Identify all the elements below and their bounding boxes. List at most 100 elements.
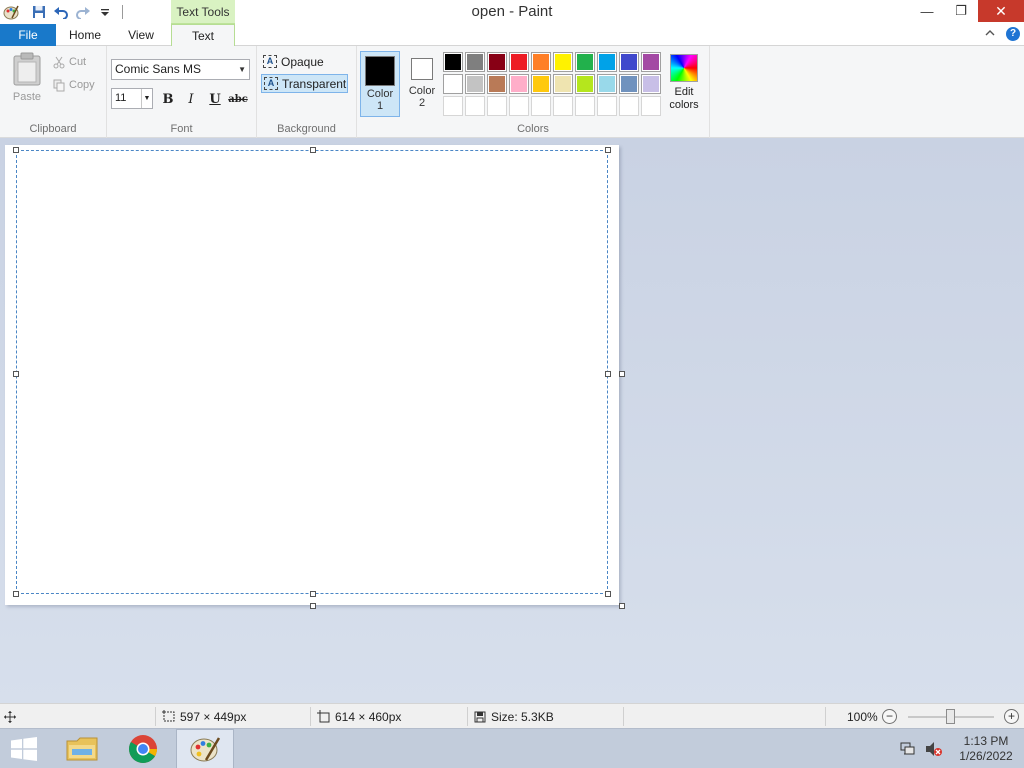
colors-group-label: Colors <box>517 123 549 135</box>
italic-button[interactable]: I <box>181 90 201 108</box>
palette-swatch-empty[interactable] <box>597 96 617 116</box>
palette-swatch-empty[interactable] <box>575 96 595 116</box>
start-button[interactable] <box>0 729 48 768</box>
save-icon[interactable] <box>28 1 50 23</box>
palette-swatch-empty[interactable] <box>465 96 485 116</box>
palette-swatch-empty[interactable] <box>553 96 573 116</box>
palette-swatch-empty[interactable] <box>619 96 639 116</box>
tab-view[interactable]: View <box>114 24 168 46</box>
palette-swatch-empty[interactable] <box>443 96 463 116</box>
palette-swatch[interactable] <box>619 52 639 72</box>
canvas-resize-handle-corner[interactable] <box>619 603 625 609</box>
palette-swatch[interactable] <box>443 52 463 72</box>
swatch-fill <box>445 98 461 114</box>
swatch-fill <box>445 54 461 70</box>
palette-swatch[interactable] <box>575 52 595 72</box>
opaque-option[interactable]: A Opaque <box>261 52 348 71</box>
selection-handle-top-right[interactable] <box>605 147 611 153</box>
swatch-fill <box>599 76 615 92</box>
palette-swatch[interactable] <box>641 74 661 94</box>
canvas-size-readout: 614 × 460px <box>317 704 401 729</box>
palette-swatch[interactable] <box>465 52 485 72</box>
tab-home[interactable]: Home <box>56 24 114 46</box>
help-icon[interactable]: ? <box>1006 27 1020 41</box>
palette-swatch[interactable] <box>509 74 529 94</box>
palette-swatch[interactable] <box>575 74 595 94</box>
text-tools-context-header: Text Tools <box>171 0 235 24</box>
file-explorer-taskbar-button[interactable] <box>58 729 106 768</box>
selection-handle-top[interactable] <box>310 147 316 153</box>
network-icon[interactable] <box>896 742 920 756</box>
palette-swatch[interactable] <box>465 74 485 94</box>
tab-file[interactable]: File <box>0 24 56 46</box>
tab-text[interactable]: Text <box>171 24 235 47</box>
palette-swatch[interactable] <box>553 74 573 94</box>
swatch-fill <box>599 98 615 114</box>
selection-size-readout: 597 × 449px <box>162 704 246 729</box>
canvas-size-icon <box>317 710 330 723</box>
customize-toolbar-icon[interactable] <box>94 1 116 23</box>
palette-swatch[interactable] <box>641 52 661 72</box>
chrome-taskbar-button[interactable] <box>119 729 167 768</box>
palette-swatch[interactable] <box>487 52 507 72</box>
swatch-fill <box>555 98 571 114</box>
title-bar: Text Tools open - Paint — ❐ ✕ <box>0 0 1024 24</box>
palette-swatch-empty[interactable] <box>641 96 661 116</box>
selection-handle-right[interactable] <box>605 371 611 377</box>
undo-icon[interactable] <box>50 1 72 23</box>
transparent-option[interactable]: A Transparent <box>261 74 348 93</box>
strikethrough-button[interactable]: abc <box>228 90 248 108</box>
copy-button[interactable]: Copy <box>53 76 95 94</box>
minimize-ribbon-icon[interactable] <box>984 27 996 41</box>
color2-button[interactable]: Color 2 <box>402 51 442 117</box>
paint-taskbar-button[interactable] <box>176 729 234 768</box>
taskbar-clock[interactable]: 1:13 PM 1/26/2022 <box>948 734 1024 764</box>
font-size-dropdown[interactable]: 11 ▼ <box>111 88 153 109</box>
paste-button[interactable]: Paste <box>8 52 46 108</box>
palette-swatch-empty[interactable] <box>487 96 507 116</box>
palette-swatch[interactable] <box>553 52 573 72</box>
selection-handle-bottom[interactable] <box>310 591 316 597</box>
palette-swatch-empty[interactable] <box>531 96 551 116</box>
window-controls: — ❐ ✕ <box>910 0 1024 22</box>
palette-swatch[interactable] <box>531 74 551 94</box>
palette-swatch[interactable] <box>597 52 617 72</box>
palette-swatch[interactable] <box>531 52 551 72</box>
selection-handle-left[interactable] <box>13 371 19 377</box>
swatch-fill <box>577 98 593 114</box>
clipboard-group: Paste Cut Copy Clipboard <box>0 46 107 138</box>
canvas-resize-handle-bottom[interactable] <box>310 603 316 609</box>
zoom-slider-thumb[interactable] <box>946 709 955 724</box>
bold-button[interactable]: B <box>158 90 178 108</box>
palette-swatch[interactable] <box>509 52 529 72</box>
zoom-in-button[interactable]: + <box>1004 709 1019 724</box>
file-size-text: Size: 5.3KB <box>491 709 554 724</box>
selection-handle-bottom-right[interactable] <box>605 591 611 597</box>
selection-handle-bottom-left[interactable] <box>13 591 19 597</box>
restore-button[interactable]: ❐ <box>944 0 978 22</box>
underline-button[interactable]: U <box>205 90 225 108</box>
palette-swatch[interactable] <box>597 74 617 94</box>
font-family-dropdown[interactable]: Comic Sans MS ▼ <box>111 59 250 80</box>
palette-swatch[interactable] <box>443 74 463 94</box>
canvas-resize-handle-right[interactable] <box>619 371 625 377</box>
edit-colors-button[interactable]: Edit colors <box>665 54 703 112</box>
cut-button[interactable]: Cut <box>53 53 86 71</box>
color1-button[interactable]: Color 1 <box>360 51 400 117</box>
selection-handle-top-left[interactable] <box>13 147 19 153</box>
redo-icon[interactable] <box>72 1 94 23</box>
palette-swatch-empty[interactable] <box>509 96 529 116</box>
close-button[interactable]: ✕ <box>978 0 1024 22</box>
minimize-button[interactable]: — <box>910 0 944 22</box>
chevron-down-icon: ▼ <box>238 65 246 74</box>
paint-app-icon[interactable] <box>0 1 22 23</box>
palette-swatch[interactable] <box>619 74 639 94</box>
zoom-out-button[interactable]: − <box>882 709 897 724</box>
status-divider <box>623 707 624 726</box>
swatch-fill <box>577 76 593 92</box>
text-selection-box[interactable] <box>16 150 608 594</box>
opaque-text-icon: A <box>263 55 277 68</box>
palette-swatch[interactable] <box>487 74 507 94</box>
status-divider <box>310 707 311 726</box>
volume-muted-icon[interactable] <box>920 741 948 757</box>
